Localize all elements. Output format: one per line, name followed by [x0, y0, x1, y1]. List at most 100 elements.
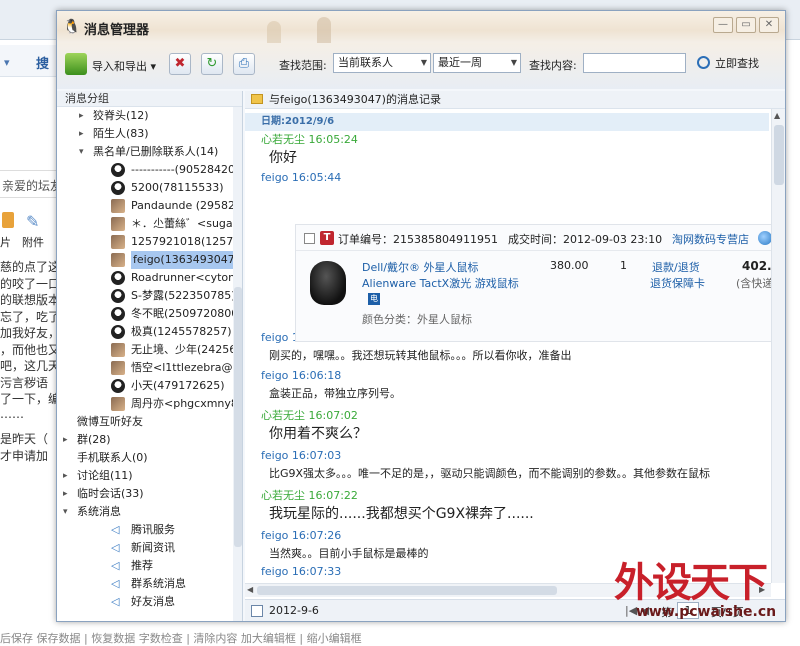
window-title: 消息管理器	[84, 23, 150, 38]
tree-item[interactable]: feigo(1363493047)	[57, 251, 233, 269]
message-text: 盒装正品，带独立序列号。	[269, 387, 401, 400]
watermark-logo: 外设天下 www.pcwaishe.cn	[608, 548, 798, 634]
tree-item[interactable]: ▸ 狡脊头(12)	[57, 107, 233, 125]
tree-item[interactable]: S-梦露(522350785)	[57, 287, 233, 305]
background-search-label[interactable]: 搜	[36, 53, 49, 72]
avatar	[111, 253, 125, 267]
product-quantity: 1	[620, 259, 627, 272]
expand-right-icon[interactable]: ▸	[79, 107, 84, 125]
tree-item[interactable]: Roadrunner<cytonlin	[57, 269, 233, 287]
tree-item[interactable]: ＊．尐蕾絲゛<suga	[57, 215, 233, 233]
background-text-line: 了一下，编	[0, 392, 60, 406]
tree-item[interactable]: ▾ 系统消息	[57, 503, 233, 521]
tree-item[interactable]: 无止境、少年(24256	[57, 341, 233, 359]
expand-right-icon[interactable]: ▸	[63, 467, 68, 485]
expand-down-icon[interactable]: ▾	[63, 503, 68, 521]
scroll-up-icon: ▲	[774, 111, 781, 120]
electronics-badge-icon: 电	[368, 293, 380, 305]
avatar	[111, 199, 125, 213]
tree-item[interactable]: ▾ 黑名单/已删除联系人(14)	[57, 143, 233, 161]
guarantee-link[interactable]: 退货保障卡	[650, 275, 705, 291]
tree-item[interactable]: 微博互听好友	[57, 413, 233, 431]
tree-item[interactable]: ◁ 群系统消息	[57, 575, 233, 593]
product-name-link[interactable]: Dell/戴尔® 外星人鼠标	[362, 259, 479, 275]
message-sender: 心若无尘 16:05:24	[261, 133, 358, 146]
message-sender: feigo 16:07:26	[261, 529, 342, 542]
message-text: 刚买的，嘿嘿。。我还想玩转其他鼠标。。。所以看你收，准备出	[269, 349, 572, 362]
tree-item[interactable]: Pandaunde (29582	[57, 197, 233, 215]
tree-item-label: Pandaunde (29582	[131, 199, 233, 212]
message-text: 我玩星际的......我都想买个G9X裸奔了......	[269, 506, 534, 522]
tree-item[interactable]: ▸ 讨论组(11)	[57, 467, 233, 485]
tree-item[interactable]: 5200(78115533)	[57, 179, 233, 197]
tree-item[interactable]: -----------(905284209)	[57, 161, 233, 179]
tree-item[interactable]: ▸ 群(28)	[57, 431, 233, 449]
toolbar: 导入和导出 ▾ ✖ ↻ ⎙ 查找范围: 当前联系人 ▼ 最近一周 ▼ 查找内容: 立…	[57, 43, 785, 89]
expand-right-icon[interactable]: ▸	[79, 125, 84, 143]
tree-item[interactable]: ◁ 推荐	[57, 557, 233, 575]
refund-link[interactable]: 退款/退货	[652, 259, 700, 275]
watermark-url: www.pcwaishe.cn	[636, 604, 777, 620]
tree-item[interactable]: ◁ 腾讯服务	[57, 521, 233, 539]
tree-item-label: 1257921018(125792	[131, 235, 233, 248]
tree-item[interactable]: 1257921018(125792	[57, 233, 233, 251]
message-text: 你好	[269, 150, 297, 166]
penguin-icon	[111, 271, 125, 285]
expand-right-icon[interactable]: ▸	[63, 485, 68, 503]
close-button[interactable]: ✕	[759, 17, 779, 33]
tree-item[interactable]: 手机联系人(0)	[57, 449, 233, 467]
find-now-button[interactable]: 立即查找	[697, 53, 775, 75]
calendar-icon[interactable]	[251, 605, 263, 617]
time-range-select[interactable]: 最近一周 ▼	[433, 53, 521, 73]
globe-icon[interactable]	[758, 231, 772, 245]
delete-button[interactable]: ✖	[169, 53, 191, 75]
tree-item-label: -----------(905284209)	[131, 163, 233, 176]
product-image[interactable]	[310, 261, 346, 305]
search-input[interactable]	[583, 53, 686, 73]
print-button[interactable]: ⎙	[233, 53, 255, 75]
background-text-line: ，而他也又	[0, 342, 60, 357]
message-vertical-scrollbar[interactable]: ▲	[771, 109, 785, 583]
background-text-line: 忘了，吃了	[0, 309, 60, 324]
chevron-down-icon: ▼	[420, 58, 427, 67]
product-name-link-2[interactable]: Alienware TactX激光 游戏鼠标	[362, 275, 519, 291]
background-text-line: 污言秽语	[0, 375, 49, 390]
expand-right-icon[interactable]: ▸	[63, 431, 68, 449]
tree-item[interactable]: 悟空<l1ttlezebra@qq	[57, 359, 233, 377]
tree-scrollbar[interactable]	[233, 107, 242, 621]
tree-item[interactable]: ▸ 陌生人(83)	[57, 125, 233, 143]
maximize-button[interactable]: ▭	[736, 17, 756, 33]
speaker-icon: ◁	[111, 595, 120, 608]
order-checkbox[interactable]	[304, 233, 315, 244]
title-bar[interactable]: 🐧 消息管理器 — ▭ ✕	[57, 11, 785, 81]
shop-link[interactable]: 淘网数码专营店	[672, 231, 749, 247]
penguin-icon	[111, 325, 125, 339]
contact-scope-select[interactable]: 当前联系人 ▼	[333, 53, 431, 73]
refresh-button[interactable]: ↻	[201, 53, 223, 75]
tree-item[interactable]: 极真(1245578257)	[57, 323, 233, 341]
tree-item[interactable]: ◁ 好友消息	[57, 593, 233, 611]
message-sender: feigo 16:05:44	[261, 171, 342, 184]
background-text-line: 是昨天（	[0, 432, 49, 446]
image-icon[interactable]	[2, 212, 14, 228]
contact-tree: ▸ 狡脊头(12) ▸ 陌生人(83) ▾ 黑名单/已删除联系人(14) ---------…	[57, 107, 233, 611]
tree-item[interactable]: 小天(479172625)	[57, 377, 233, 395]
paperclip-icon[interactable]: ✎	[26, 212, 39, 231]
tree-item[interactable]: ▸ 临时会话(33)	[57, 485, 233, 503]
refresh-icon: ↻	[206, 56, 218, 71]
avatar	[111, 235, 125, 249]
tree-item-label: 讨论组(11)	[77, 469, 133, 482]
background-text-lines: 慈的点了这 的咬了一口 的联想版本 忘了，吃了 加我好友， ，而他也又 吧，这几天 污言秽语了…	[0, 258, 60, 423]
import-export-label: 导入和导出 ▾	[92, 60, 157, 73]
tree-item-label: 冬不眠(2509720800)	[131, 307, 233, 320]
tree-item[interactable]: ◁ 新闻资讯	[57, 539, 233, 557]
tree-item-label: 腾讯服务	[131, 523, 175, 536]
tree-item[interactable]: 冬不眠(2509720800)	[57, 305, 233, 323]
minimize-button[interactable]: —	[713, 17, 733, 33]
tree-item[interactable]: 周丹亦<phgcxmny85	[57, 395, 233, 413]
message-sender: feigo 16:06:18	[261, 369, 342, 382]
image-label: 片	[0, 236, 11, 249]
expand-down-icon[interactable]: ▾	[79, 143, 84, 161]
tree-item-label: 周丹亦<phgcxmny85	[131, 397, 233, 410]
deal-time: 成交时间：2012-09-03 23:10	[508, 233, 663, 246]
